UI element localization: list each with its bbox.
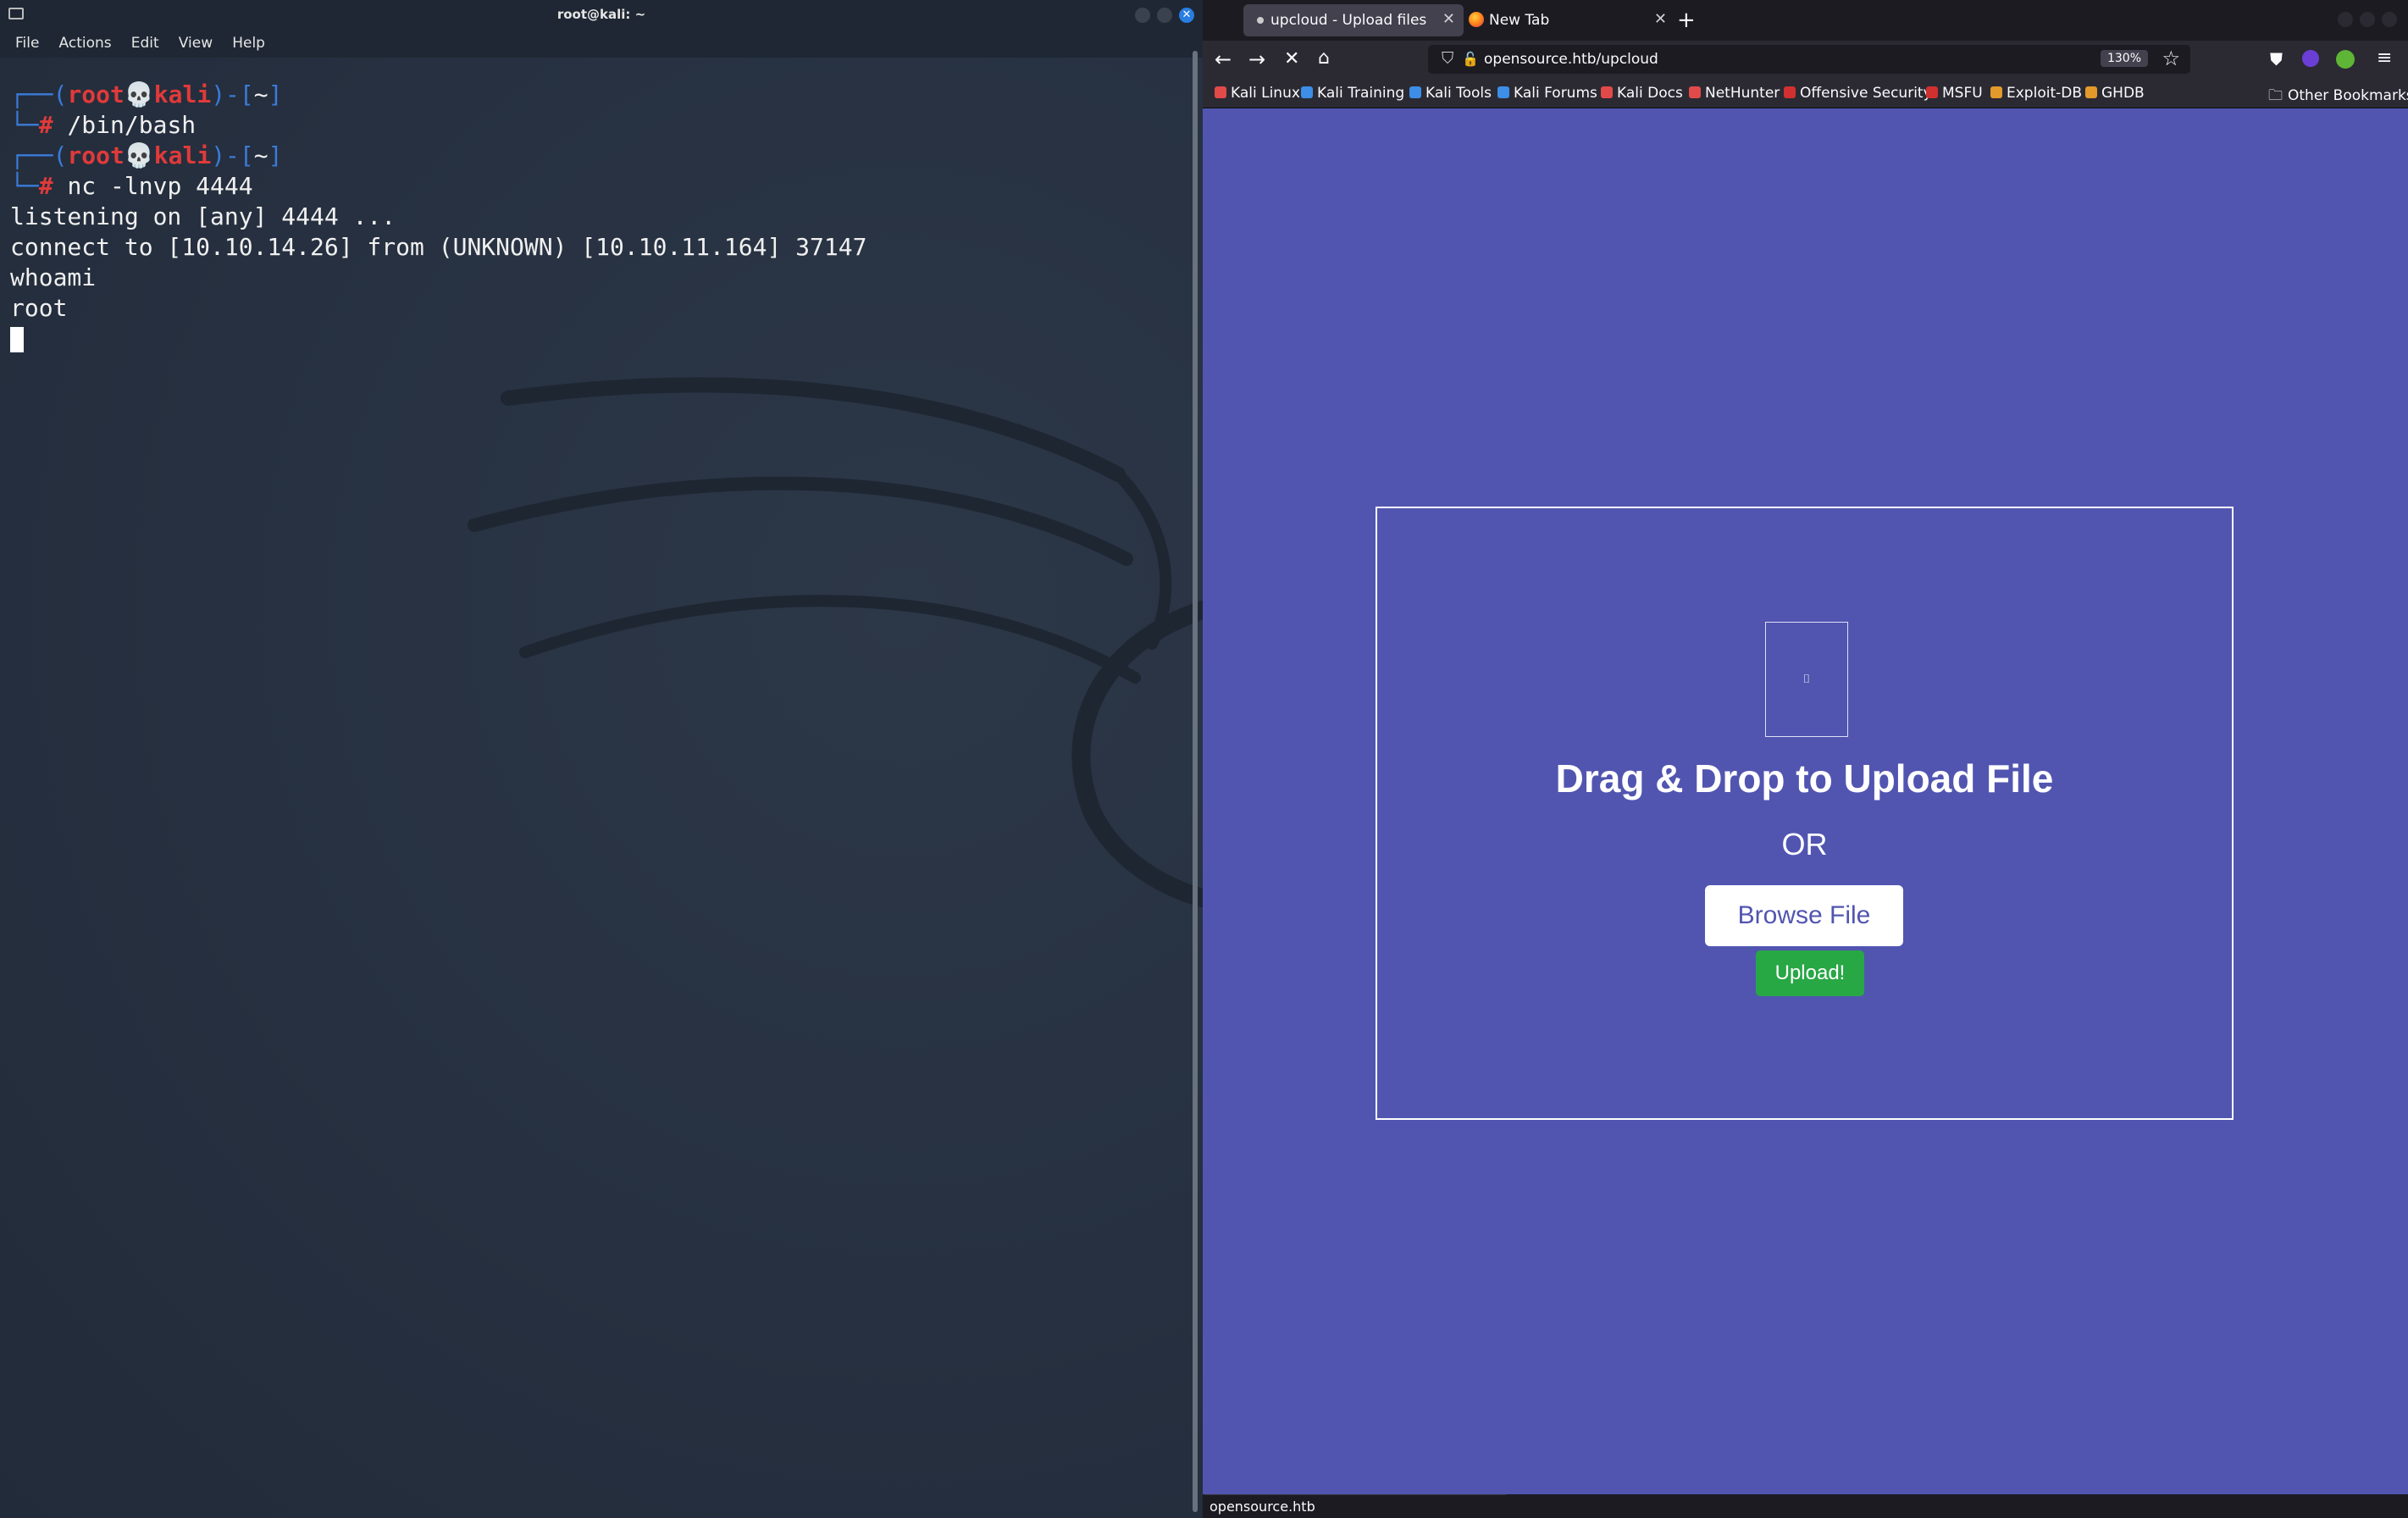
back-icon[interactable]: ← [1215,47,1232,71]
kali-icon [1215,86,1226,98]
output-line: connect to [10.10.14.26] from (UNKNOWN) … [10,233,867,261]
url-text[interactable]: opensource.htb/upcloud [1484,51,1658,68]
tab-new-tab[interactable]: New Tab ✕ [1462,4,1675,36]
output-line: root [10,294,68,322]
prompt-line: ┌──(root💀kali)-[~] [10,80,283,108]
exploit-db-icon [2085,86,2097,98]
output-line: whoami [10,263,97,291]
tab-label: New Tab [1489,12,1550,29]
maximize-button[interactable] [1157,8,1172,23]
cursor-line [10,324,866,354]
maximize-button[interactable] [2360,12,2375,27]
menu-edit[interactable]: Edit [131,35,159,52]
shield-icon[interactable]: ⛉ [1442,49,1453,68]
terminal-titlebar: root@kali: ~ ✕ [0,0,1203,29]
output-line: listening on [any] 4444 ... [10,202,396,230]
close-tab-icon[interactable]: ✕ [1442,10,1455,28]
terminal-menubar: File Actions Edit View Help [0,29,1203,58]
terminal-cursor [10,327,24,352]
terminal-output[interactable]: ┌──(root💀kali)-[~] └─# /bin/bash ┌──(root💀… [10,80,866,354]
pocket-icon[interactable]: ⛊ [2270,49,2283,69]
bookmark-kali-forums[interactable]: Kali Forums [1497,85,1597,102]
prompt-line: ┌──(root💀kali)-[~] [10,141,283,169]
zoom-badge[interactable]: 130% [2100,50,2148,67]
bookmark-msfu[interactable]: MSFU [1926,85,1983,102]
kali-icon [1301,86,1313,98]
upload-button[interactable]: Upload! [1756,950,1864,996]
offsec-icon [1784,86,1796,98]
other-bookmarks[interactable]: 🗀 Other Bookmarks [2268,85,2408,109]
bookmark-kali-training[interactable]: Kali Training [1301,85,1404,102]
tab-upcloud[interactable]: upcloud - Upload files for ✕ [1243,4,1464,36]
browser-window: upcloud - Upload files for ✕ New Tab ✕ +… [1203,0,2408,1518]
bookmark-ghdb[interactable]: GHDB [2085,85,2145,102]
tab-label: upcloud - Upload files for [1270,12,1431,29]
command-line: └─# nc -lnvp 4444 [10,172,253,200]
loading-dot-icon [1257,17,1264,24]
menu-view[interactable]: View [179,35,213,52]
terminal-title: root@kali: ~ [556,7,646,22]
minimize-button[interactable] [1135,8,1150,23]
bookmark-kali-docs[interactable]: Kali Docs [1601,85,1683,102]
close-window-button[interactable]: ✕ [1179,8,1194,23]
menu-help[interactable]: Help [232,35,265,52]
home-icon[interactable]: ⌂ [1318,47,1330,69]
extension-icon[interactable] [2302,50,2319,67]
menu-file[interactable]: File [15,35,39,52]
browse-file-button[interactable]: Browse File [1705,885,1903,946]
menu-icon[interactable]: ≡ [2377,47,2392,69]
status-bar: opensource.htb [1204,1494,1506,1518]
drop-zone[interactable]: ⌷ Drag & Drop to Upload File OR Browse F… [1376,507,2234,1120]
lock-icon[interactable]: 🔓 [1462,51,1479,67]
tab-bar: upcloud - Upload files for ✕ New Tab ✕ + [1203,0,2408,41]
command-line: └─# /bin/bash [10,111,197,139]
drag-drop-heading: Drag & Drop to Upload File [1555,756,2054,801]
bookmark-kali-tools[interactable]: Kali Tools [1409,85,1492,102]
bookmark-star-icon[interactable]: ☆ [2162,47,2180,70]
terminal-window: root@kali: ~ ✕ File Actions Edit View He… [0,0,1203,1518]
bookmarks-toolbar: Kali Linux Kali Training Kali Tools Kali… [1203,78,2408,108]
new-tab-button[interactable]: + [1677,8,1696,33]
url-bar[interactable]: ⛉ 🔓 opensource.htb/upcloud 130% ☆ [1428,45,2190,74]
offsec-icon [1926,86,1938,98]
bookmark-offensive-security[interactable]: Offensive Security [1784,85,1932,102]
folder-icon: 🗀 [2268,87,2283,104]
bookmark-kali-linux[interactable]: Kali Linux [1215,85,1300,102]
upcloud-page: ⌷ Drag & Drop to Upload File OR Browse F… [1203,108,2408,1494]
or-separator: OR [1781,827,1828,861]
extension-icon[interactable] [2336,50,2355,69]
stop-loading-icon[interactable]: ✕ [1284,48,1299,69]
close-window-button[interactable] [2382,12,2397,27]
bookmark-nethunter[interactable]: NetHunter [1689,85,1780,102]
forward-icon[interactable]: → [1248,47,1265,71]
close-tab-icon[interactable]: ✕ [1654,10,1667,28]
kali-icon [1689,86,1701,98]
bookmark-exploit-db[interactable]: Exploit-DB [1990,85,2082,102]
kali-icon [1497,86,1509,98]
firefox-icon [1469,12,1484,27]
kali-icon [1601,86,1613,98]
file-placeholder-icon: ⌷ [1765,622,1848,737]
terminal-scrollbar[interactable] [1193,51,1198,1512]
kali-icon [1409,86,1421,98]
exploit-db-icon [1990,86,2002,98]
skull-icon: 💀 [124,141,154,169]
menu-actions[interactable]: Actions [59,35,112,52]
skull-icon: 💀 [124,80,154,108]
minimize-button[interactable] [2338,12,2353,27]
navigation-bar: ← → ✕ ⌂ ⛉ 🔓 opensource.htb/upcloud 130% … [1203,41,2408,78]
